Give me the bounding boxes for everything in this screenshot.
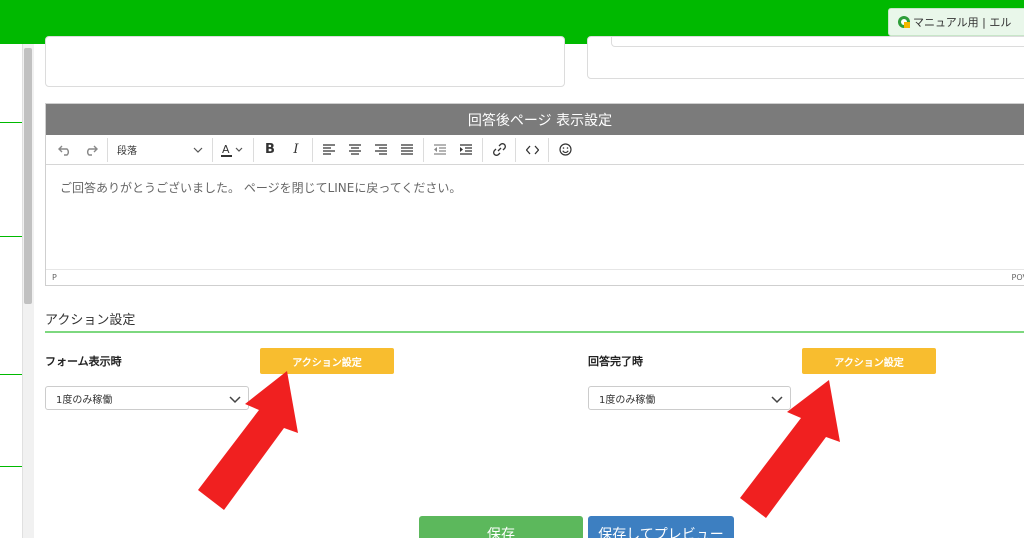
paragraph-format-value: 段落 (117, 146, 137, 157)
editor-content-text: ご回答ありがとうございました。 ページを閉じてLINEに戻ってください。 (60, 181, 462, 195)
form-settings-input[interactable] (611, 36, 1024, 47)
align-left-icon[interactable] (316, 138, 342, 162)
align-center-icon[interactable] (342, 138, 368, 162)
italic-icon[interactable]: I (283, 138, 309, 162)
answer-complete-run-value: 1度のみ稼働 (599, 394, 656, 406)
annotation-arrow-icon (198, 371, 298, 510)
code-icon[interactable] (519, 138, 545, 162)
form-display-run-value: 1度のみ稼働 (56, 394, 113, 406)
align-right-icon[interactable] (368, 138, 394, 162)
emoji-icon[interactable] (552, 138, 578, 162)
annotation-arrow-icon (740, 380, 840, 518)
sidebar-divider (0, 122, 22, 123)
after-answer-page-editor: 回答後ページ 表示設定 段落 A B I ご回答ありがとうございました。 ページ… (45, 103, 1024, 286)
powered-by-text: POV (1011, 273, 1024, 282)
form-text-area[interactable] (45, 36, 565, 87)
section-divider (45, 331, 1024, 333)
toolbar-separator (515, 137, 516, 162)
sidebar-divider (0, 374, 22, 375)
editor-toolbar: 段落 A B I (46, 135, 1024, 165)
save-and-preview-button[interactable]: 保存してプレビュー (588, 516, 734, 538)
indent-icon[interactable] (453, 138, 479, 162)
answer-complete-label: 回答完了時 (588, 355, 643, 368)
toolbar-separator (482, 137, 483, 162)
manual-button-label: マニュアル用 | エル (913, 16, 1012, 29)
redo-icon[interactable] (78, 138, 104, 162)
editor-content-area[interactable]: ご回答ありがとうございました。 ページを閉じてLINEに戻ってください。 (46, 165, 1024, 269)
link-icon[interactable] (486, 138, 512, 162)
manual-logo-icon (898, 16, 910, 28)
action-settings-heading: アクション設定 (45, 313, 136, 328)
save-button[interactable]: 保存 (419, 516, 583, 538)
manual-button[interactable]: マニュアル用 | エル (888, 8, 1024, 36)
toolbar-separator (548, 137, 549, 162)
left-sidebar (0, 44, 22, 538)
toolbar-separator (212, 137, 213, 162)
font-color-icon[interactable]: A (216, 138, 250, 162)
toolbar-separator (253, 137, 254, 162)
sidebar-divider (0, 236, 22, 237)
chevron-down-icon (193, 147, 203, 153)
paragraph-format-select[interactable]: 段落 (111, 138, 209, 162)
toolbar-separator (312, 137, 313, 162)
align-justify-icon[interactable] (394, 138, 420, 162)
scrollbar-thumb[interactable] (24, 48, 32, 304)
toolbar-separator (423, 137, 424, 162)
sidebar-divider (0, 466, 22, 467)
editor-statusbar: P POV (46, 269, 1024, 285)
undo-icon[interactable] (52, 138, 78, 162)
form-display-label: フォーム表示時 (45, 355, 122, 368)
editor-title: 回答後ページ 表示設定 (46, 104, 1024, 135)
element-path[interactable]: P (52, 273, 57, 282)
outdent-icon[interactable] (427, 138, 453, 162)
toolbar-separator (107, 137, 108, 162)
bold-icon[interactable]: B (257, 138, 283, 162)
svg-text:A: A (222, 143, 230, 156)
